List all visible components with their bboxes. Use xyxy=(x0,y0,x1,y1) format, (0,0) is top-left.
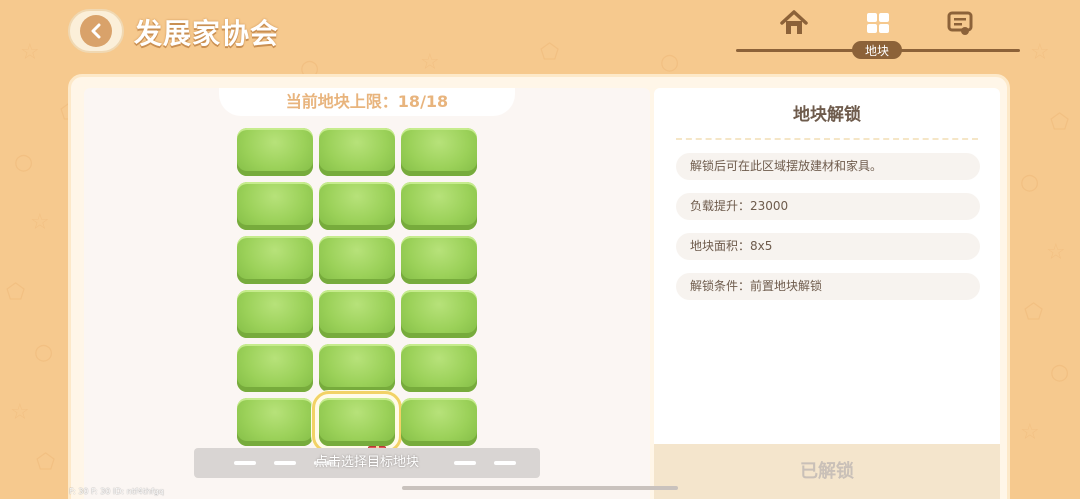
chevron-left-icon xyxy=(80,15,112,47)
certificate-icon xyxy=(947,11,973,35)
grass-plot[interactable] xyxy=(401,398,477,446)
tab-plots[interactable] xyxy=(863,8,893,38)
select-target-hint: 点击选择目标地块 xyxy=(314,455,419,470)
grass-plot[interactable] xyxy=(319,182,395,230)
grass-plot[interactable] xyxy=(401,236,477,284)
plot-limit-banner: 当前地块上限：18/18 xyxy=(219,88,515,116)
top-tab-bar: 地块 xyxy=(736,4,1020,64)
unlocked-status-button[interactable]: 已解锁 xyxy=(654,444,1000,499)
grass-plot[interactable] xyxy=(319,128,395,176)
plot-info-panel: 地块解锁 解锁后可在此区域摆放建材和家具。 负载提升：23000 地块面积：8x… xyxy=(654,88,1000,499)
active-tab-label: 地块 xyxy=(852,41,902,59)
info-row-condition: 解锁条件：前置地块解锁 xyxy=(676,273,980,300)
grass-plot[interactable] xyxy=(237,128,313,176)
grass-plot[interactable] xyxy=(401,128,477,176)
grass-plot[interactable] xyxy=(401,344,477,392)
grass-plot-selected[interactable] xyxy=(312,391,402,453)
info-row-area: 地块面积：8x5 xyxy=(676,233,980,260)
tab-certificate[interactable] xyxy=(945,8,975,38)
grass-plot[interactable] xyxy=(237,182,313,230)
plot-map-area: 当前地块上限：18/18 点击选择目标地块 xyxy=(84,88,650,499)
grass-plot[interactable] xyxy=(237,236,313,284)
info-title: 地块解锁 xyxy=(793,105,861,125)
info-row-description: 解锁后可在此区域摆放建材和家具。 xyxy=(676,153,980,180)
grass-plot[interactable] xyxy=(401,182,477,230)
grass-plot[interactable] xyxy=(319,290,395,338)
grass-plot[interactable] xyxy=(237,344,313,392)
page-title: 发展家协会 xyxy=(134,17,280,50)
house-icon xyxy=(780,10,808,34)
info-row-load: 负载提升：23000 xyxy=(676,193,980,220)
grass-plot[interactable] xyxy=(319,236,395,284)
back-button[interactable] xyxy=(68,9,124,53)
grass-plot[interactable] xyxy=(319,344,395,392)
grass-plot[interactable] xyxy=(237,290,313,338)
road: 点击选择目标地块 xyxy=(194,448,540,478)
grass-plot[interactable] xyxy=(237,398,313,446)
dashed-divider xyxy=(676,138,978,140)
home-indicator[interactable] xyxy=(402,486,678,490)
debug-overlay: F: 30 F: 30 ID: ntf4thfgq xyxy=(69,487,164,496)
tab-home[interactable] xyxy=(779,8,809,38)
main-panel: 当前地块上限：18/18 点击选择目标地块 地块解锁 解锁后可在此区域摆放建材和… xyxy=(68,74,1010,499)
grass-plot[interactable] xyxy=(401,290,477,338)
plots-icon xyxy=(867,13,889,33)
